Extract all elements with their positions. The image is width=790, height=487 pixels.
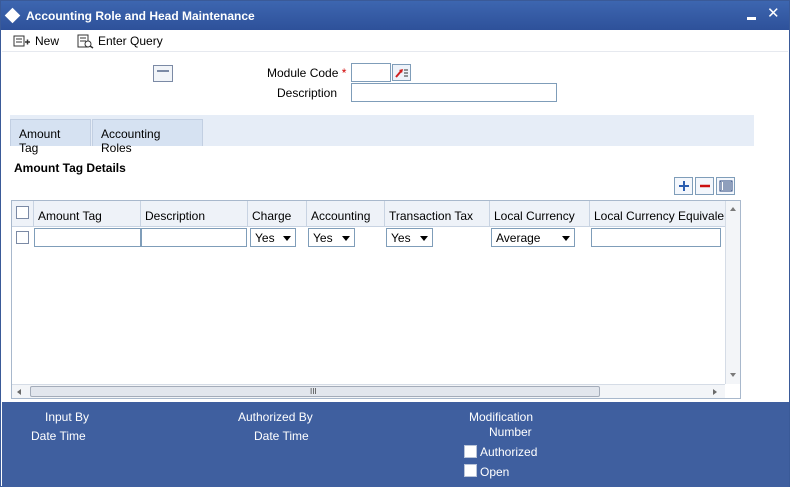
open-label: Open xyxy=(480,465,510,479)
column-header-description[interactable]: Description xyxy=(141,201,248,227)
scroll-thumb[interactable]: III xyxy=(30,386,600,397)
row-checkbox[interactable] xyxy=(16,231,29,244)
chevron-down-icon xyxy=(562,236,570,241)
grid-tools xyxy=(674,177,735,196)
authorized-by-label: Authorized By xyxy=(238,410,313,424)
required-mark: * xyxy=(341,66,347,80)
local-currency-value: Average xyxy=(496,231,541,245)
query-icon xyxy=(77,34,94,49)
modification-label: Modification xyxy=(469,410,534,424)
scroll-right-icon[interactable] xyxy=(713,389,717,395)
amount-tag-input[interactable] xyxy=(34,228,141,247)
table-row: Yes Yes Yes Average xyxy=(12,227,725,249)
accounting-value: Yes xyxy=(313,231,333,245)
enter-query-button[interactable]: Enter Query xyxy=(76,30,163,52)
charge-select[interactable]: Yes xyxy=(250,228,296,247)
column-header-charge[interactable]: Charge xyxy=(248,201,307,227)
transaction-tax-value: Yes xyxy=(391,231,411,245)
description-input[interactable] xyxy=(351,83,557,102)
scroll-left-icon[interactable] xyxy=(17,389,21,395)
tab-accounting-roles[interactable]: Accounting Roles xyxy=(92,119,203,155)
input-by-label: Input By xyxy=(45,410,90,424)
list-view-icon xyxy=(719,180,732,192)
column-header-transaction-tax[interactable]: Transaction Tax xyxy=(385,201,490,227)
toolbar: New Enter Query xyxy=(2,30,788,52)
scroll-grip: III xyxy=(310,387,317,396)
enter-query-label: Enter Query xyxy=(98,34,163,48)
transaction-tax-select[interactable]: Yes xyxy=(386,228,433,247)
page-icon[interactable] xyxy=(153,65,173,82)
column-header-local-currency-equivalent[interactable]: Local Currency Equivalent xyxy=(590,201,725,227)
scroll-up-icon[interactable] xyxy=(730,207,736,211)
horizontal-scrollbar[interactable]: III xyxy=(12,384,725,398)
audit-footer: Input By Date Time Authorized By Date Ti… xyxy=(2,402,789,487)
add-row-button[interactable] xyxy=(674,177,693,195)
select-all-cell xyxy=(12,201,34,227)
amount-tag-grid: Amount Tag Description Charge Accounting… xyxy=(11,200,741,399)
new-label: New xyxy=(35,34,60,48)
vertical-scrollbar[interactable] xyxy=(725,201,740,384)
open-checkbox[interactable] xyxy=(464,464,477,477)
module-code-label: Module Code * xyxy=(267,66,346,80)
window-diamond-icon xyxy=(4,7,21,24)
auth-date-time-label: Date Time xyxy=(254,429,309,443)
scroll-down-icon[interactable] xyxy=(730,373,736,377)
column-header-accounting[interactable]: Accounting xyxy=(307,201,385,227)
local-currency-equivalent-input[interactable] xyxy=(591,228,721,247)
plus-icon xyxy=(678,181,689,191)
section-title: Amount Tag Details xyxy=(14,161,126,175)
window: Accounting Role and Head Maintenance ✕ N… xyxy=(0,0,790,487)
close-icon[interactable]: ✕ xyxy=(767,5,780,23)
select-all-checkbox[interactable] xyxy=(16,206,29,219)
list-of-values-icon xyxy=(395,69,408,78)
delete-row-button[interactable] xyxy=(695,177,714,195)
accounting-select[interactable]: Yes xyxy=(308,228,355,247)
tab-amount-tag[interactable]: Amount Tag xyxy=(10,119,91,155)
date-time-label: Date Time xyxy=(31,429,86,443)
row-description-input[interactable] xyxy=(141,228,247,247)
number-label: Number xyxy=(489,425,532,439)
module-code-lov-button[interactable] xyxy=(392,64,411,81)
description-label: Description xyxy=(277,86,338,100)
local-currency-select[interactable]: Average xyxy=(491,228,575,247)
chevron-down-icon xyxy=(420,236,428,241)
column-header-amount-tag[interactable]: Amount Tag xyxy=(34,201,141,227)
grid-header: Amount Tag Description Charge Accounting… xyxy=(12,201,725,227)
module-code-label-text: Module Code xyxy=(267,66,339,80)
chevron-down-icon xyxy=(283,236,291,241)
chevron-down-icon xyxy=(342,236,350,241)
authorized-checkbox[interactable] xyxy=(464,445,477,458)
module-code-input[interactable] xyxy=(351,63,391,82)
single-view-button[interactable] xyxy=(716,177,735,195)
title-bar: Accounting Role and Head Maintenance ✕ xyxy=(1,1,789,30)
column-header-local-currency[interactable]: Local Currency xyxy=(490,201,590,227)
minimize-icon[interactable] xyxy=(747,17,756,20)
new-document-icon xyxy=(13,35,30,47)
window-title: Accounting Role and Head Maintenance xyxy=(26,9,255,23)
new-button[interactable]: New xyxy=(13,30,59,52)
authorized-label: Authorized xyxy=(480,445,538,459)
minus-icon xyxy=(699,184,710,188)
tab-strip: Amount Tag Accounting Roles xyxy=(10,115,754,155)
charge-value: Yes xyxy=(255,231,275,245)
